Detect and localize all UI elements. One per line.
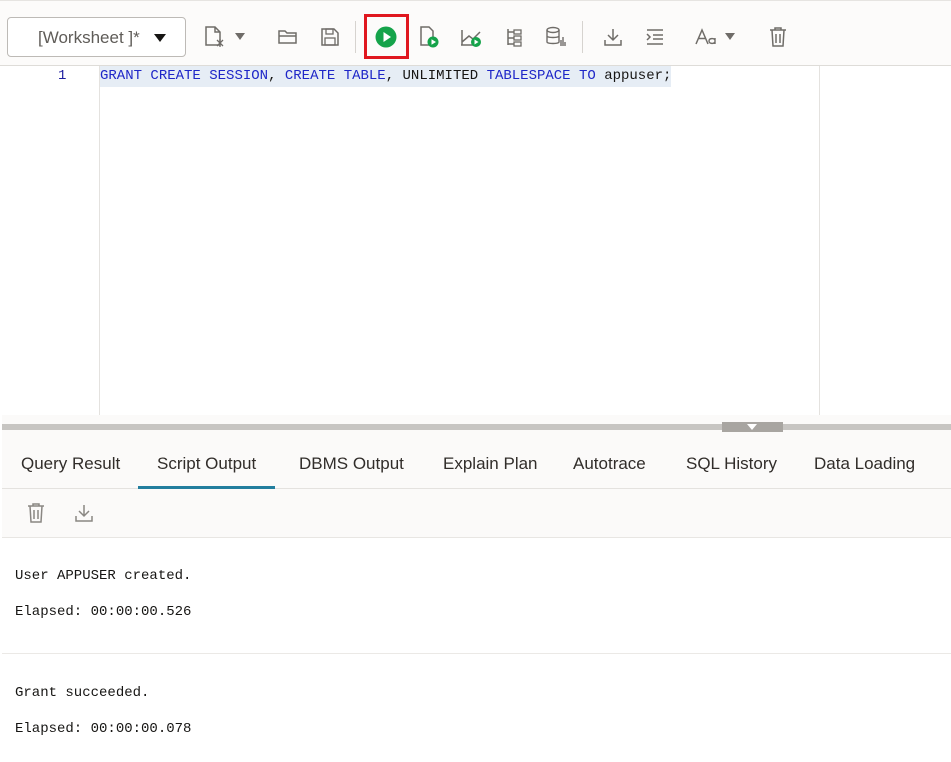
run-statement-button[interactable] bbox=[369, 19, 403, 55]
indent-icon bbox=[646, 29, 663, 45]
folder-open-icon bbox=[278, 30, 297, 44]
tab-query-result[interactable]: Query Result bbox=[21, 439, 120, 489]
sql-text: appuser; bbox=[595, 68, 672, 84]
output-message: User APPUSER created. bbox=[15, 568, 192, 584]
new-file-button[interactable] bbox=[197, 19, 231, 55]
sql-keyword: SESSION bbox=[209, 68, 269, 84]
tab-data-loading[interactable]: Data Loading bbox=[814, 439, 915, 489]
hierarchy-icon bbox=[507, 29, 522, 47]
format-button[interactable] bbox=[638, 19, 672, 55]
database-chart-icon bbox=[546, 26, 566, 46]
download-button[interactable] bbox=[596, 19, 630, 55]
explain-plan-icon bbox=[461, 30, 481, 47]
autotrace-button[interactable] bbox=[497, 19, 531, 55]
new-file-icon bbox=[205, 26, 224, 47]
new-file-dropdown-icon[interactable] bbox=[235, 33, 245, 40]
sql-keyword: TABLESPACE bbox=[486, 68, 571, 84]
run-play-icon bbox=[375, 26, 397, 48]
tab-sql-history[interactable]: SQL History bbox=[686, 439, 777, 489]
explain-plan-button[interactable] bbox=[454, 19, 488, 55]
output-elapsed: Elapsed: 00:00:00.526 bbox=[15, 604, 192, 620]
clear-button[interactable] bbox=[761, 19, 795, 55]
script-output-panel: User APPUSER created. Elapsed: 00:00:00.… bbox=[2, 538, 951, 762]
output-tabs: Query Result Script Output DBMS Output E… bbox=[2, 439, 951, 489]
sql-keyword: GRANT bbox=[100, 68, 143, 84]
output-toolbar bbox=[2, 489, 951, 538]
output-message: Grant succeeded. bbox=[15, 685, 150, 701]
code-area[interactable]: GRANT CREATE SESSION, CREATE TABLE, UNLI… bbox=[100, 66, 820, 415]
worksheet-selector[interactable]: [Worksheet ]* bbox=[7, 17, 186, 57]
sql-keyword: CREATE bbox=[150, 68, 201, 84]
download-output-button[interactable] bbox=[70, 499, 98, 527]
sql-keyword: TABLE bbox=[343, 68, 386, 84]
line-number-gutter: 1 bbox=[2, 66, 100, 415]
font-size-icon bbox=[695, 28, 716, 45]
sql-text: , bbox=[268, 68, 285, 84]
worksheet-selector-label: [Worksheet ]* bbox=[38, 28, 140, 47]
collapse-arrow-icon bbox=[747, 424, 757, 430]
toolbar-divider bbox=[355, 21, 356, 53]
open-button[interactable] bbox=[271, 19, 305, 55]
line-number: 1 bbox=[58, 68, 67, 84]
sql-keyword: CREATE bbox=[284, 68, 336, 84]
sql-editor[interactable]: 1 GRANT CREATE SESSION, CREATE TABLE, UN… bbox=[0, 66, 951, 415]
worksheet-toolbar: [Worksheet ]* bbox=[0, 0, 951, 66]
save-button[interactable] bbox=[313, 19, 347, 55]
tab-explain-plan[interactable]: Explain Plan bbox=[443, 439, 538, 489]
run-script-button[interactable] bbox=[412, 19, 446, 55]
chevron-down-icon bbox=[154, 34, 166, 42]
tab-autotrace[interactable]: Autotrace bbox=[573, 439, 646, 489]
font-size-button[interactable] bbox=[689, 19, 723, 55]
clear-output-button[interactable] bbox=[22, 499, 50, 527]
code-line[interactable]: GRANT CREATE SESSION, CREATE TABLE, UNLI… bbox=[100, 66, 672, 87]
sql-keyword: TO bbox=[578, 68, 596, 84]
trash-icon bbox=[770, 27, 786, 47]
download-icon bbox=[75, 505, 93, 522]
font-size-dropdown-icon[interactable] bbox=[725, 33, 735, 40]
toolbar-divider bbox=[582, 21, 583, 53]
output-divider bbox=[2, 653, 951, 654]
splitter-bar bbox=[2, 424, 951, 430]
sql-tuning-advisor-button[interactable] bbox=[539, 19, 573, 55]
run-script-icon bbox=[420, 26, 439, 48]
download-icon bbox=[604, 29, 622, 46]
tab-script-output[interactable]: Script Output bbox=[138, 439, 276, 489]
splitter-handle[interactable] bbox=[722, 422, 783, 432]
sql-text: UNLIMITED bbox=[402, 68, 479, 84]
sql-text: , bbox=[385, 68, 403, 84]
output-elapsed: Elapsed: 00:00:00.078 bbox=[15, 721, 192, 737]
trash-icon bbox=[28, 503, 44, 523]
tab-dbms-output[interactable]: DBMS Output bbox=[299, 439, 404, 489]
pane-splitter[interactable] bbox=[2, 415, 951, 439]
save-icon bbox=[321, 28, 339, 46]
